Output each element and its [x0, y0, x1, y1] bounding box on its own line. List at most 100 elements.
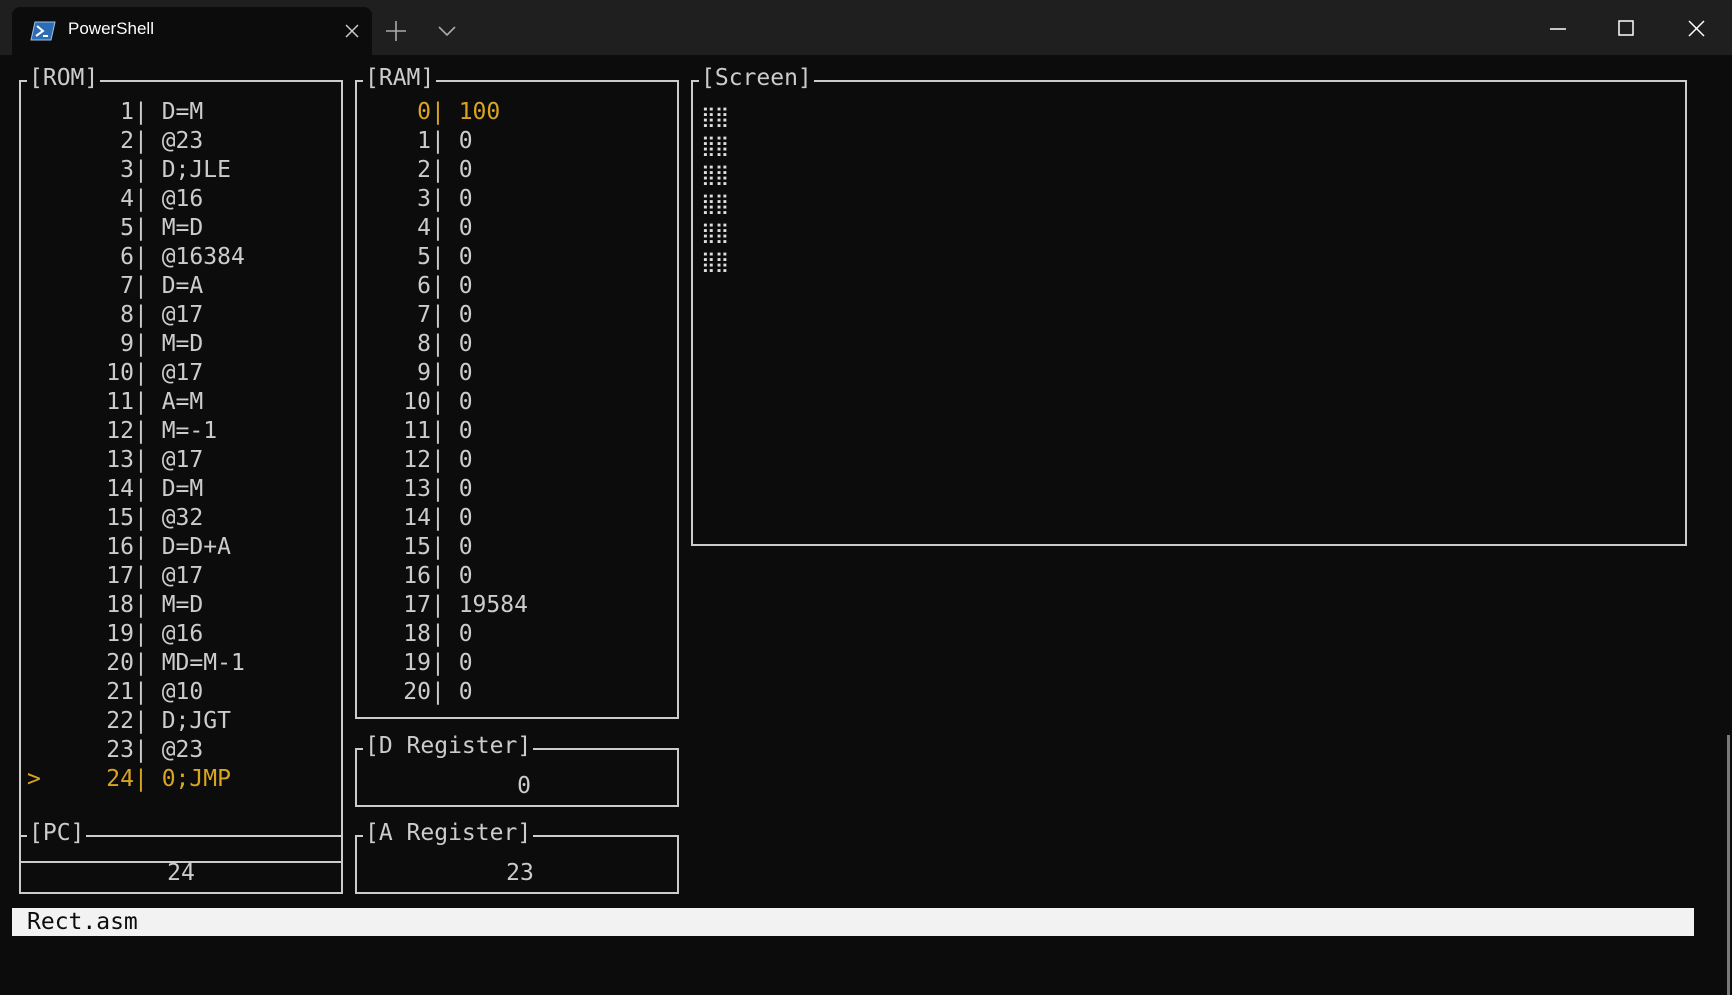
- rom-row-number: 12: [106, 418, 134, 444]
- rom-row-instruction: @32: [161, 505, 204, 531]
- pc-panel: [PC] 24: [19, 820, 343, 894]
- ram-row-value: 0: [458, 476, 473, 502]
- ram-row-separator: |: [431, 563, 459, 589]
- ram-row-value: 19584: [458, 592, 528, 618]
- rom-row: 19| @16: [21, 620, 245, 649]
- ram-row: 2| 0: [357, 156, 528, 185]
- powershell-icon: [30, 21, 56, 41]
- ram-row-value: 0: [458, 563, 473, 589]
- ram-row-address: 6: [417, 273, 431, 299]
- ram-row: 1| 0: [357, 127, 528, 156]
- ram-row-separator: |: [431, 418, 459, 444]
- rom-row: 2| @23: [21, 127, 245, 156]
- ram-row-address: 0: [417, 99, 431, 125]
- ram-row: 5| 0: [357, 243, 528, 272]
- ram-row-separator: |: [431, 331, 459, 357]
- ram-row-value: 0: [458, 447, 473, 473]
- ram-title: [RAM]: [363, 65, 437, 91]
- terminal-area[interactable]: [ROM] 1| D=M 2| @23 3| D;JLE 4| @16 5| M=D 6|…: [0, 55, 1732, 995]
- ram-row-value: 0: [458, 244, 473, 270]
- ram-row-separator: |: [431, 360, 459, 386]
- ram-row-address: 19: [403, 650, 431, 676]
- rom-row-instruction: D=A: [161, 273, 204, 299]
- rom-row-separator: |: [134, 447, 162, 473]
- rom-row: 8| @17: [21, 301, 245, 330]
- rom-row-number: 22: [106, 708, 134, 734]
- tab-powershell[interactable]: PowerShell: [12, 7, 372, 55]
- rom-row-instruction: @17: [161, 447, 204, 473]
- ram-row-value: 0: [458, 534, 473, 560]
- ram-row-address: 10: [403, 389, 431, 415]
- ram-row: 8| 0: [357, 330, 528, 359]
- rom-row: 17| @17: [21, 562, 245, 591]
- ram-row: 7| 0: [357, 301, 528, 330]
- rom-row-separator: |: [134, 273, 162, 299]
- ram-row-value: 0: [458, 331, 473, 357]
- ram-row-address: 1: [417, 128, 431, 154]
- new-tab-icon[interactable]: [385, 20, 407, 42]
- ram-row-value: 0: [458, 302, 473, 328]
- ram-row-separator: |: [431, 273, 459, 299]
- scrollbar[interactable]: [1727, 735, 1730, 995]
- pc-title: [PC]: [27, 820, 87, 846]
- rom-row: 10| @17: [21, 359, 245, 388]
- rom-row-number: 21: [106, 679, 134, 705]
- rom-row-number: 2: [120, 128, 134, 154]
- rom-row-separator: |: [134, 708, 162, 734]
- rom-row-separator: |: [134, 505, 162, 531]
- ram-row-separator: |: [431, 505, 459, 531]
- ram-row: 16| 0: [357, 562, 528, 591]
- rom-row: 21| @10: [21, 678, 245, 707]
- minimize-icon[interactable]: [1549, 27, 1567, 31]
- rom-row-instruction: D;JGT: [161, 708, 231, 734]
- rom-row-separator: |: [134, 157, 162, 183]
- screen-title: [Screen]: [699, 65, 814, 91]
- rom-row: 6| @16384: [21, 243, 245, 272]
- chevron-down-icon[interactable]: [437, 24, 457, 38]
- rom-row-number: 14: [106, 476, 134, 502]
- tab-title: PowerShell: [68, 19, 154, 38]
- rom-row-instruction: @23: [161, 128, 204, 154]
- ram-row: 12| 0: [357, 446, 528, 475]
- rom-row-separator: |: [134, 128, 162, 154]
- ram-row-address: 16: [403, 563, 431, 589]
- ram-row-value: 0: [458, 360, 473, 386]
- ram-row-address: 20: [403, 679, 431, 705]
- ram-row-separator: |: [431, 592, 459, 618]
- ram-row: 4| 0: [357, 214, 528, 243]
- rom-row: 22| D;JGT: [21, 707, 245, 736]
- maximize-icon[interactable]: [1618, 20, 1634, 36]
- rom-row-instruction: M=D: [161, 215, 204, 241]
- rom-row: 13| @17: [21, 446, 245, 475]
- rom-row-instruction: @16: [161, 186, 204, 212]
- ram-row-address: 5: [417, 244, 431, 270]
- d-register-panel: [D Register] 0: [355, 733, 679, 807]
- ram-row-address: 15: [403, 534, 431, 560]
- rom-row: 4| @16: [21, 185, 245, 214]
- ram-row: 11| 0: [357, 417, 528, 446]
- rom-row-separator: |: [134, 476, 162, 502]
- rom-row: 15| @32: [21, 504, 245, 533]
- ram-panel: [RAM] 0| 100 1| 0 2| 0 3| 0 4| 0 5| 0 6| 0 7| 0…: [355, 65, 679, 719]
- ram-row: 19| 0: [357, 649, 528, 678]
- rom-row-number: 1: [120, 99, 134, 125]
- ram-row-address: 14: [403, 505, 431, 531]
- rom-row-number: 19: [106, 621, 134, 647]
- ram-row-separator: |: [431, 186, 459, 212]
- ram-row-separator: |: [431, 650, 459, 676]
- a-register-title: [A Register]: [363, 820, 534, 846]
- ram-row-address: 18: [403, 621, 431, 647]
- rom-row-separator: |: [134, 244, 162, 270]
- ram-row-separator: |: [431, 157, 459, 183]
- rom-row-separator: |: [134, 679, 162, 705]
- ram-row-separator: |: [431, 621, 459, 647]
- close-window-icon[interactable]: [1688, 20, 1705, 37]
- rom-row-number: 8: [120, 302, 134, 328]
- screen-pixel-row: ⣿⣿: [701, 220, 729, 244]
- rom-row: 7| D=A: [21, 272, 245, 301]
- close-tab-icon[interactable]: [344, 23, 360, 39]
- rom-row-separator: |: [134, 534, 162, 560]
- ram-row-value: 0: [458, 128, 473, 154]
- rom-row: 11| A=M: [21, 388, 245, 417]
- rom-row-instruction: @16: [161, 621, 204, 647]
